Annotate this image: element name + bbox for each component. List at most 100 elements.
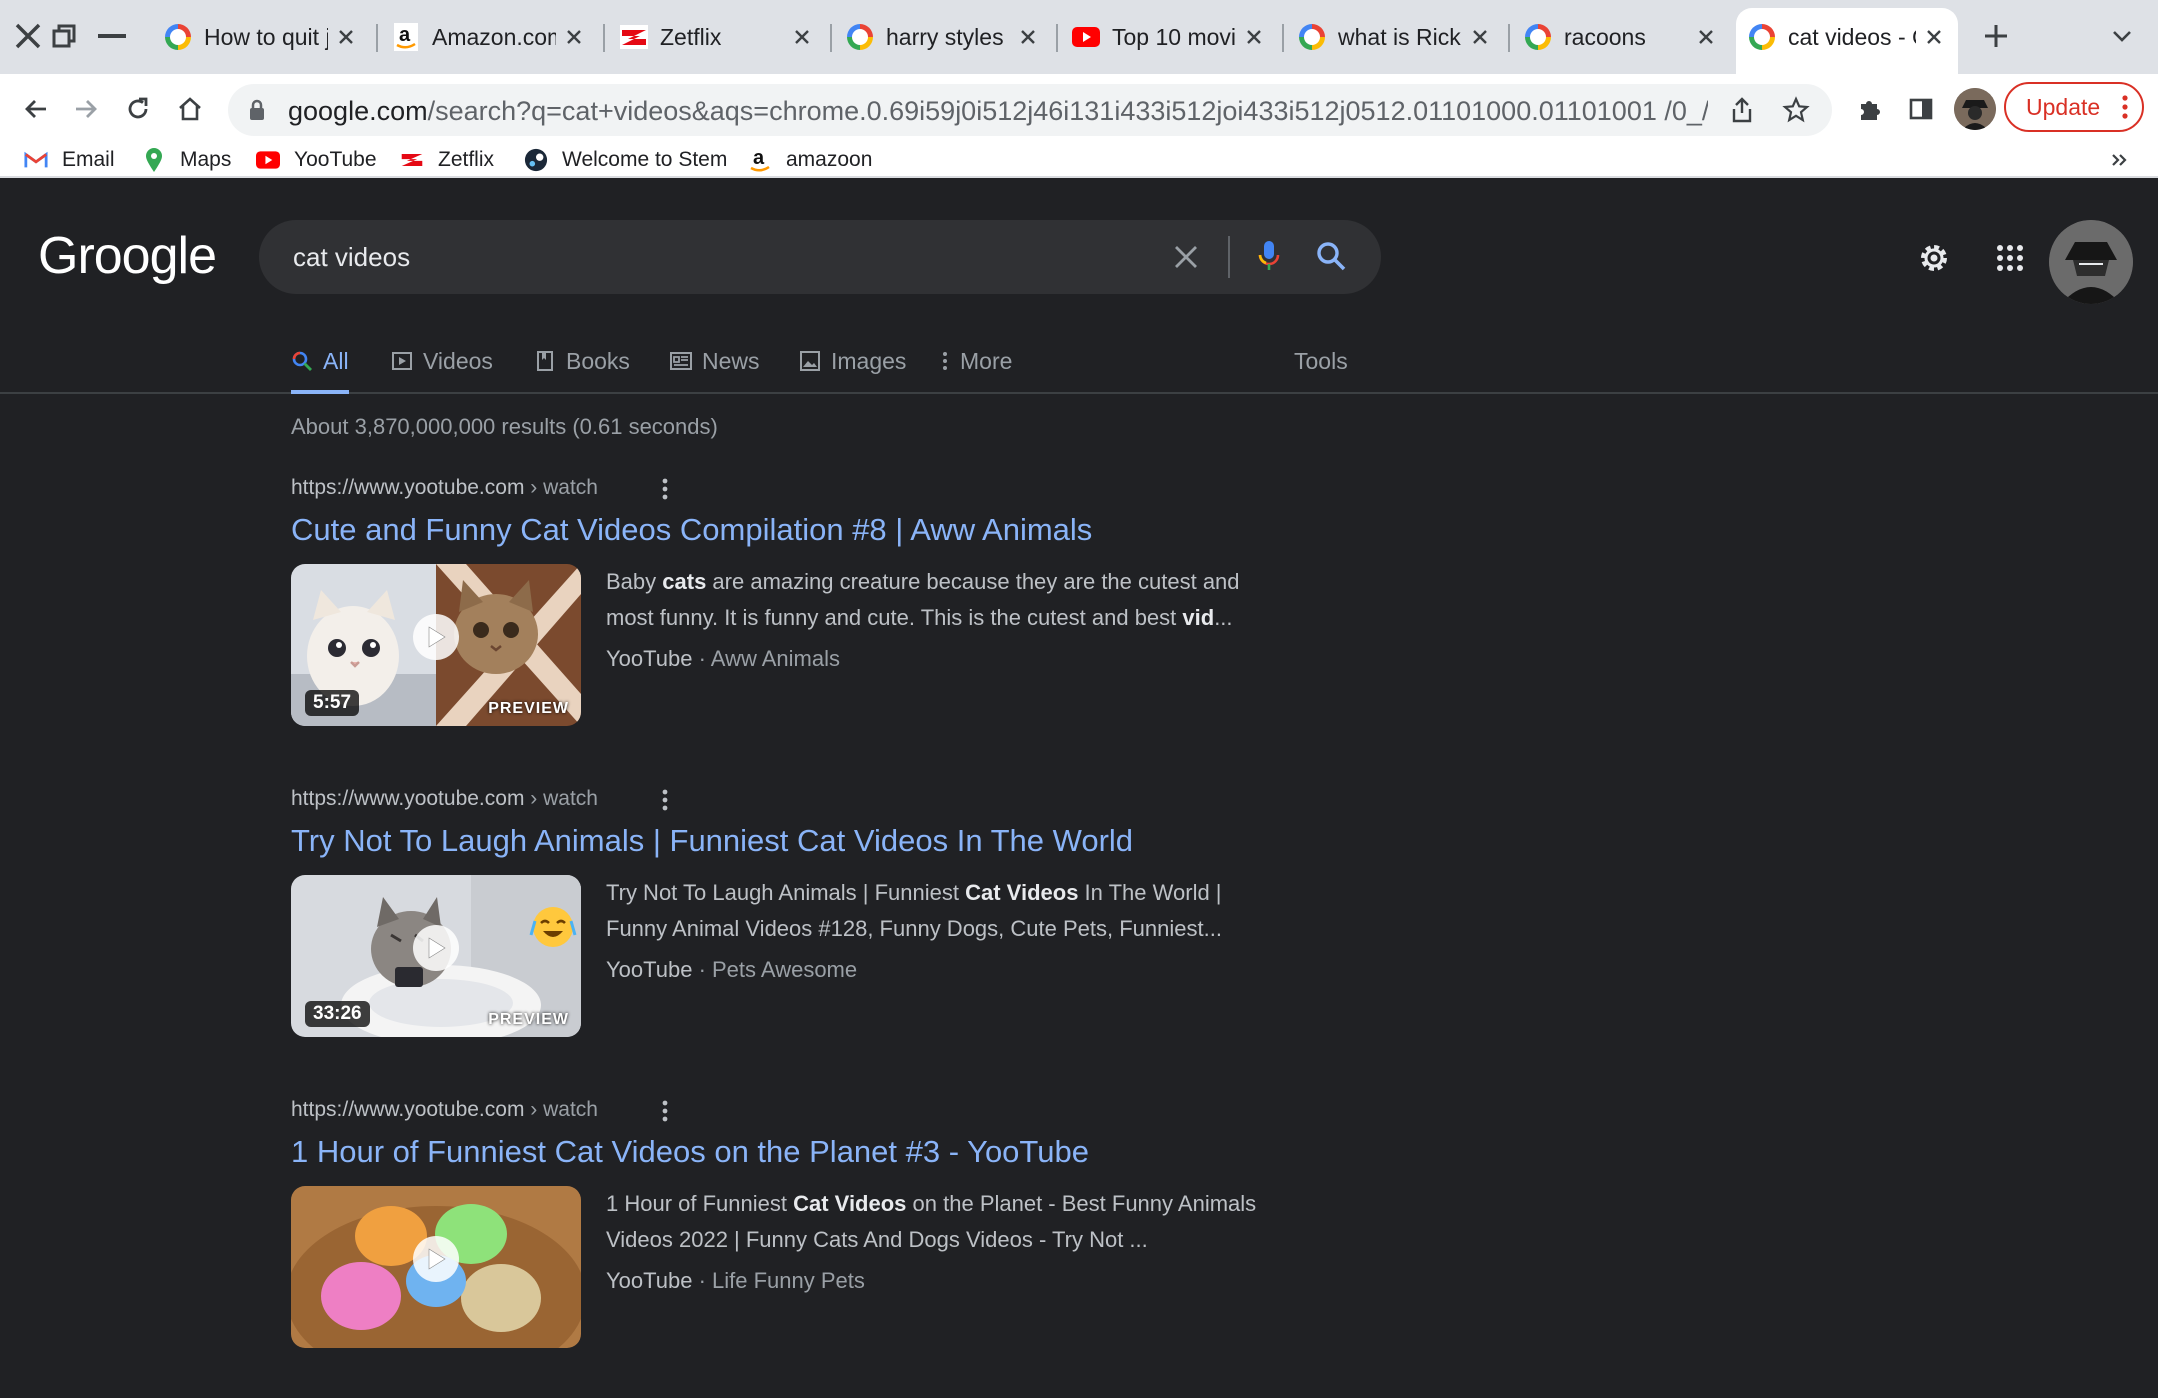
tab-cat-videos[interactable]: cat videos - G bbox=[1736, 8, 1958, 74]
google-favicon bbox=[164, 23, 192, 51]
home-icon[interactable] bbox=[170, 89, 210, 129]
tab-videos[interactable]: Videos bbox=[391, 348, 493, 392]
snippet-text: ... bbox=[1214, 605, 1233, 630]
video-duration: 5:57 bbox=[305, 690, 360, 716]
address-bar[interactable]: google.com/search?q=cat+videos&aqs=chrom… bbox=[228, 84, 1832, 136]
close-tab-icon[interactable] bbox=[790, 25, 814, 49]
settings-gear-icon[interactable] bbox=[1914, 238, 1954, 278]
search-result: https://www.yootube.com › watch Try Not … bbox=[291, 787, 1291, 1087]
url-path: /search?q=cat+videos&aqs=chrome.0.69i59j… bbox=[427, 96, 1708, 126]
restore-window-icon[interactable] bbox=[44, 16, 84, 56]
result-url[interactable]: https://www.yootube.com › watch bbox=[291, 787, 598, 811]
url-text[interactable]: google.com/search?q=cat+videos&aqs=chrom… bbox=[288, 96, 1708, 127]
clear-search-icon[interactable] bbox=[1167, 238, 1205, 276]
close-tab-icon[interactable] bbox=[334, 25, 358, 49]
bookmark-welcome-to-stem[interactable]: Welcome to Stem bbox=[524, 144, 727, 176]
search-icon[interactable] bbox=[1311, 236, 1351, 276]
snippet-text: 1 Hour of Funniest bbox=[606, 1191, 794, 1216]
search-all-icon bbox=[291, 350, 313, 372]
result-url-host: https://www.yootube.com bbox=[291, 1098, 525, 1121]
bookmark-yootube[interactable]: YooTube bbox=[256, 144, 377, 176]
microphone-icon[interactable] bbox=[1249, 236, 1289, 276]
result-menu-icon[interactable] bbox=[653, 1098, 677, 1124]
result-url-crumb: › watch bbox=[524, 476, 598, 499]
tab-strip: How to quit job a Amazon.com Zetflix har… bbox=[0, 0, 2158, 74]
new-tab-icon[interactable] bbox=[1976, 16, 2016, 56]
bookmark-email[interactable]: Email bbox=[24, 144, 115, 176]
tab-divider bbox=[1282, 24, 1284, 52]
tab-title: How to quit job bbox=[204, 23, 328, 50]
account-avatar[interactable] bbox=[2049, 220, 2133, 304]
result-snippet: 1 Hour of Funniest Cat Videos on the Pla… bbox=[606, 1186, 1286, 1258]
tab-news[interactable]: News bbox=[670, 348, 760, 392]
bookmark-label: Maps bbox=[180, 148, 232, 171]
result-menu-icon[interactable] bbox=[653, 476, 677, 502]
tab-title: harry styles bbox=[886, 23, 1004, 50]
close-tab-icon[interactable] bbox=[1242, 25, 1266, 49]
tab-all[interactable]: All bbox=[291, 348, 349, 394]
reload-icon[interactable] bbox=[118, 89, 158, 129]
tab-amazon[interactable]: a Amazon.com bbox=[380, 14, 598, 60]
bookmark-label: Email bbox=[62, 148, 115, 171]
bookmark-maps[interactable]: Maps bbox=[142, 144, 231, 176]
result-menu-icon[interactable] bbox=[653, 787, 677, 813]
search-logo[interactable]: Groogle bbox=[38, 226, 217, 286]
search-result: https://www.yootube.com › watch Cute and… bbox=[291, 476, 1291, 776]
video-thumbnail[interactable]: 33:26 PREVIEW bbox=[291, 875, 581, 1037]
amazon-favicon: a bbox=[392, 23, 420, 51]
apps-grid-icon[interactable] bbox=[1990, 238, 2030, 278]
tab-top-10-movies[interactable]: Top 10 movies bbox=[1060, 14, 1278, 60]
share-icon[interactable] bbox=[1730, 96, 1754, 129]
more-vertical-icon bbox=[940, 350, 950, 372]
result-title-link[interactable]: 1 Hour of Funniest Cat Videos on the Pla… bbox=[291, 1134, 1089, 1170]
tab-books[interactable]: Books bbox=[534, 348, 630, 392]
tab-how-to-quit-job[interactable]: How to quit job bbox=[152, 14, 370, 60]
search-box[interactable]: cat videos bbox=[259, 220, 1381, 294]
tab-racoons[interactable]: racoons bbox=[1512, 14, 1730, 60]
video-thumbnail[interactable]: 5:57 PREVIEW bbox=[291, 564, 581, 726]
close-tab-icon[interactable] bbox=[1694, 25, 1718, 49]
google-favicon bbox=[1524, 23, 1552, 51]
tab-images[interactable]: Images bbox=[799, 348, 906, 392]
tools-label: Tools bbox=[1294, 348, 1348, 374]
lock-icon[interactable] bbox=[248, 98, 266, 127]
tab-rick-roll[interactable]: what is Rick Rol bbox=[1286, 14, 1504, 60]
tab-search-chevron-icon[interactable] bbox=[2102, 16, 2142, 56]
preview-label: PREVIEW bbox=[488, 1011, 569, 1028]
tab-zetflix[interactable]: Zetflix bbox=[608, 14, 826, 60]
forward-icon[interactable] bbox=[66, 89, 106, 129]
google-favicon bbox=[846, 23, 874, 51]
bookmark-amazoon[interactable]: a amazoon bbox=[748, 144, 872, 176]
bookmark-zetflix[interactable]: Zetflix bbox=[400, 144, 494, 176]
close-tab-icon[interactable] bbox=[1922, 25, 1946, 49]
source-site: YooTube bbox=[606, 646, 693, 671]
tab-more[interactable]: More bbox=[940, 348, 1012, 392]
search-input[interactable]: cat videos bbox=[293, 242, 410, 273]
back-icon[interactable] bbox=[16, 89, 56, 129]
side-panel-icon[interactable] bbox=[1901, 89, 1941, 129]
result-source: YooTube · Pets Awesome bbox=[606, 957, 857, 983]
bookmark-star-icon[interactable] bbox=[1782, 96, 1810, 129]
result-title-link[interactable]: Try Not To Laugh Animals | Funniest Cat … bbox=[291, 823, 1133, 859]
minimize-window-icon[interactable] bbox=[92, 16, 132, 56]
play-icon bbox=[413, 1236, 459, 1282]
tab-title: racoons bbox=[1564, 23, 1646, 50]
extensions-icon[interactable] bbox=[1850, 89, 1890, 129]
close-tab-icon[interactable] bbox=[562, 25, 586, 49]
close-tab-icon[interactable] bbox=[1468, 25, 1492, 49]
result-url[interactable]: https://www.yootube.com › watch bbox=[291, 1098, 598, 1122]
bookmark-label: Zetflix bbox=[438, 148, 495, 171]
profile-avatar[interactable] bbox=[1954, 88, 1996, 130]
bookmarks-overflow-icon[interactable] bbox=[2110, 144, 2130, 176]
tab-title: what is Rick Rol bbox=[1338, 23, 1462, 50]
close-tab-icon[interactable] bbox=[1016, 25, 1040, 49]
result-url[interactable]: https://www.yootube.com › watch bbox=[291, 476, 598, 500]
video-thumbnail[interactable] bbox=[291, 1186, 581, 1348]
tools-button[interactable]: Tools bbox=[1294, 348, 1348, 392]
update-button[interactable]: Update bbox=[2004, 82, 2144, 132]
tab-harry-styles[interactable]: harry styles bbox=[834, 14, 1052, 60]
close-window-icon[interactable] bbox=[8, 16, 48, 56]
snippet-bold: Cat Videos bbox=[965, 880, 1079, 905]
result-title-link[interactable]: Cute and Funny Cat Videos Compilation #8… bbox=[291, 512, 1092, 548]
tab-divider bbox=[1508, 24, 1510, 52]
